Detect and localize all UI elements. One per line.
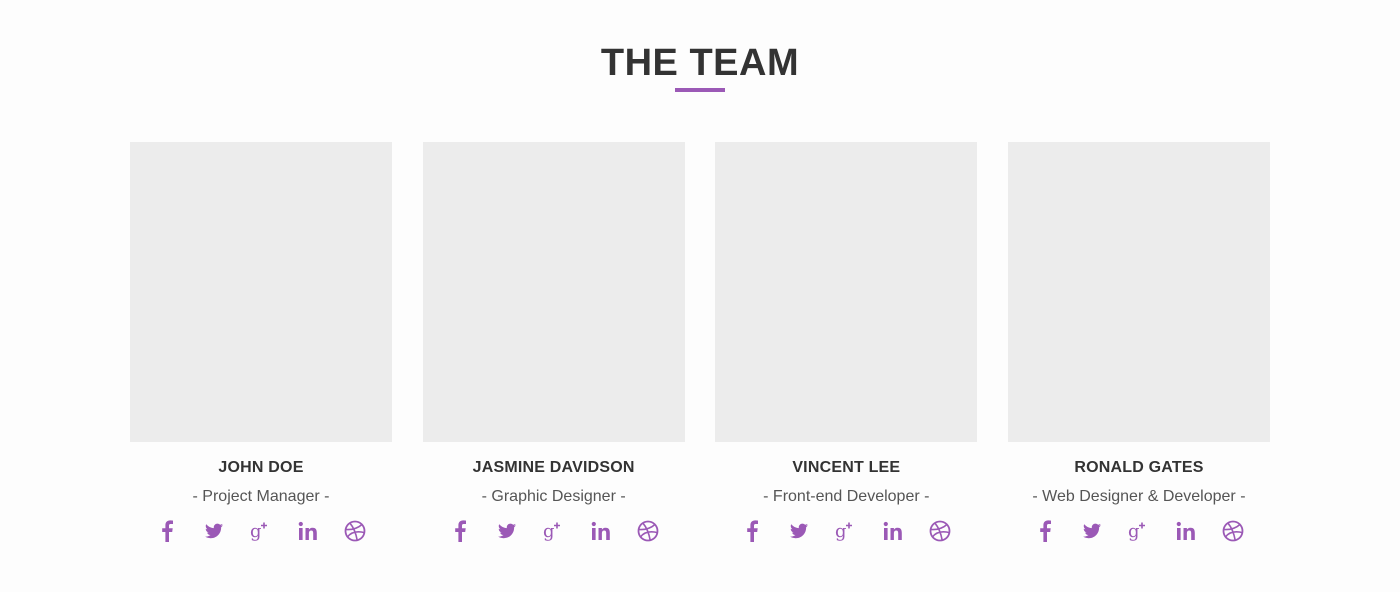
linkedin-icon[interactable]	[589, 519, 613, 543]
member-photo-placeholder	[715, 142, 978, 442]
facebook-icon[interactable]	[155, 519, 179, 543]
facebook-icon[interactable]	[1033, 519, 1057, 543]
member-photo-placeholder	[422, 142, 685, 442]
google-plus-icon[interactable]: g	[249, 519, 273, 543]
title-underline	[675, 88, 725, 92]
svg-text:g: g	[835, 521, 847, 542]
linkedin-icon[interactable]	[296, 519, 320, 543]
dribbble-icon[interactable]	[343, 519, 367, 543]
google-plus-icon[interactable]: g	[542, 519, 566, 543]
svg-text:g: g	[250, 521, 262, 542]
social-links: g	[423, 519, 685, 543]
twitter-icon[interactable]	[495, 519, 519, 543]
member-name: JOHN DOE	[218, 459, 304, 476]
member-name: VINCENT LEE	[792, 459, 901, 476]
section-title: THE TEAM	[600, 42, 800, 84]
member-photo-placeholder	[1007, 142, 1270, 442]
social-links: g	[130, 519, 392, 543]
twitter-icon[interactable]	[1080, 519, 1104, 543]
svg-text:g: g	[543, 521, 555, 542]
dribbble-icon[interactable]	[1221, 519, 1245, 543]
svg-text:g: g	[1128, 521, 1140, 542]
twitter-icon[interactable]	[202, 519, 226, 543]
team-section: THE TEAM JOHN DOE - Project Manager - g	[0, 0, 1400, 592]
team-member-card: VINCENT LEE - Front-end Developer - g	[715, 142, 978, 543]
dribbble-icon[interactable]	[928, 519, 952, 543]
dribbble-icon[interactable]	[636, 519, 660, 543]
member-role: - Graphic Designer -	[481, 488, 626, 505]
member-name: JASMINE DAVIDSON	[472, 459, 635, 476]
member-photo-placeholder	[130, 142, 392, 442]
google-plus-icon[interactable]: g	[1127, 519, 1151, 543]
facebook-icon[interactable]	[448, 519, 472, 543]
team-member-card: RONALD GATES - Web Designer & Developer …	[1007, 142, 1270, 543]
social-links: g	[1008, 519, 1270, 543]
social-links: g	[715, 519, 977, 543]
twitter-icon[interactable]	[787, 519, 811, 543]
member-name: RONALD GATES	[1074, 459, 1204, 476]
member-role: - Project Manager -	[192, 488, 330, 505]
facebook-icon[interactable]	[740, 519, 764, 543]
team-member-card: JASMINE DAVIDSON - Graphic Designer - g	[422, 142, 685, 543]
member-role: - Front-end Developer -	[763, 488, 930, 505]
member-role: - Web Designer & Developer -	[1032, 488, 1246, 505]
linkedin-icon[interactable]	[881, 519, 905, 543]
team-grid: JOHN DOE - Project Manager - g JASMINE D…	[130, 142, 1270, 543]
team-member-card: JOHN DOE - Project Manager - g	[130, 142, 392, 543]
google-plus-icon[interactable]: g	[834, 519, 858, 543]
linkedin-icon[interactable]	[1174, 519, 1198, 543]
